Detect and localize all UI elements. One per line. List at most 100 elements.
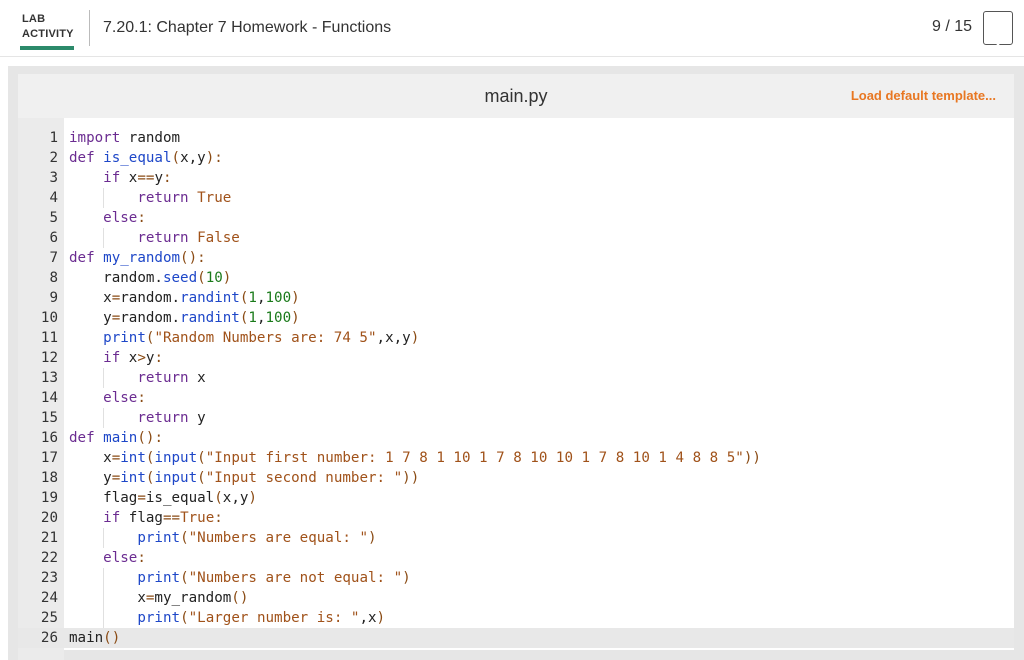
code-line[interactable]: 19 flag=is_equal(x,y) (18, 488, 1014, 508)
code-token: if (103, 510, 121, 526)
indent-guide (103, 368, 105, 388)
code-line[interactable]: 12 if x>y: (18, 348, 1014, 368)
code-line[interactable]: 9 x=random.randint(1,100) (18, 288, 1014, 308)
code-line[interactable]: 21 print("Numbers are equal: ") (18, 528, 1014, 548)
code-text: def is_equal(x,y): (69, 148, 223, 168)
code-line[interactable]: 20 if flag==True: (18, 508, 1014, 528)
code-line[interactable]: 15 return y (18, 408, 1014, 428)
code-token: () (137, 430, 155, 446)
code-token: "Input second number: " (205, 470, 403, 486)
code-token: 1 (248, 290, 257, 306)
load-default-template-button[interactable]: Load default template... (851, 88, 996, 103)
code-token: () (103, 630, 121, 646)
code-line[interactable]: 26 main() (18, 628, 1014, 648)
line-number: 21 (40, 530, 58, 546)
code-token: ( (214, 490, 223, 506)
line-number: 25 (40, 610, 58, 626)
line-number: 23 (40, 570, 58, 586)
line-number: 10 (40, 310, 58, 326)
line-number: 2 (49, 150, 58, 166)
line-number: 14 (40, 390, 58, 406)
line-number: 8 (49, 270, 58, 286)
code-token: else (103, 210, 138, 226)
code-line[interactable]: 22 else: (18, 548, 1014, 568)
activity-title: 7.20.1: Chapter 7 Homework - Functions (103, 19, 392, 36)
code-line[interactable]: 7 def my_random(): (18, 248, 1014, 268)
code-token: : (154, 430, 163, 446)
code-line[interactable]: 24 x=my_random() (18, 588, 1014, 608)
code-token: "Random Numbers are: 74 5" (154, 330, 377, 346)
code-token: random. (120, 310, 181, 326)
code-lines[interactable]: 1 import random 2 def is_equal(x,y): 3 if x=… (18, 128, 1014, 648)
progress-badge-icon (983, 11, 1013, 45)
code-token: print (137, 530, 181, 546)
line-number: 15 (40, 410, 58, 426)
code-line[interactable]: 17 x=int(input("Input first number: 1 7 … (18, 448, 1014, 468)
code-token: print (137, 610, 181, 626)
indent-guide (103, 528, 105, 548)
code-token: "Larger number is: " (188, 610, 360, 626)
indent-guide (103, 588, 105, 608)
code-token: "Numbers are not equal: " (188, 570, 403, 586)
code-line[interactable]: 6 return False (18, 228, 1014, 248)
code-token: ,x,y (376, 330, 411, 346)
code-line[interactable]: 1 import random (18, 128, 1014, 148)
code-token: is_equal (145, 490, 215, 506)
code-line[interactable]: 25 print("Larger number is: ",x) (18, 608, 1014, 628)
code-editor[interactable]: 1 import random 2 def is_equal(x,y): 3 if x=… (18, 118, 1014, 660)
lab-label-line2: ACTIVITY (22, 28, 74, 40)
code-line[interactable]: 5 else: (18, 208, 1014, 228)
code-text: print("Numbers are not equal: ") (69, 568, 411, 588)
line-number: 1 (49, 130, 58, 146)
code-line[interactable]: 13 return x (18, 368, 1014, 388)
code-token: else (103, 550, 138, 566)
code-line[interactable]: 2 def is_equal(x,y): (18, 148, 1014, 168)
code-line[interactable]: 4 return True (18, 188, 1014, 208)
code-token: ) (291, 290, 300, 306)
code-token: return (137, 230, 189, 246)
line-number: 7 (49, 250, 58, 266)
code-token: ) (402, 570, 411, 586)
code-line[interactable]: 8 random.seed(10) (18, 268, 1014, 288)
code-line[interactable]: 3 if x==y: (18, 168, 1014, 188)
code-line[interactable]: 16 def main(): (18, 428, 1014, 448)
code-token: seed (162, 270, 198, 286)
code-token: randint (180, 290, 240, 306)
lab-accent-bar (20, 46, 74, 50)
code-token: )) (402, 470, 420, 486)
code-token: ( (197, 270, 206, 286)
code-line[interactable]: 11 print("Random Numbers are: 74 5",x,y) (18, 328, 1014, 348)
code-token: return (137, 370, 189, 386)
code-token: main (69, 630, 104, 646)
code-token: if (103, 350, 121, 366)
code-token: def (69, 430, 95, 446)
lab-activity-label: LAB ACTIVITY (22, 12, 74, 42)
code-line[interactable]: 10 y=random.randint(1,100) (18, 308, 1014, 328)
line-number: 17 (40, 450, 58, 466)
code-text: print("Numbers are equal: ") (69, 528, 376, 548)
code-token: main (103, 430, 138, 446)
code-text: random.seed(10) (69, 268, 231, 288)
code-line[interactable]: 18 y=int(input("Input second number: ")) (18, 468, 1014, 488)
code-token: 100 (265, 310, 292, 326)
line-number: 24 (40, 590, 58, 606)
code-token: print (137, 570, 181, 586)
code-token: = (111, 470, 121, 486)
code-token: y (69, 470, 112, 486)
code-text: else: (69, 388, 146, 408)
code-line[interactable]: 23 print("Numbers are not equal: ") (18, 568, 1014, 588)
code-text: if x>y: (69, 348, 163, 368)
code-line[interactable]: 14 else: (18, 388, 1014, 408)
code-text: x=int(input("Input first number: 1 7 8 1… (69, 448, 761, 468)
code-token: ( (180, 530, 189, 546)
code-text: return True (69, 188, 231, 208)
code-token: print (103, 330, 146, 346)
